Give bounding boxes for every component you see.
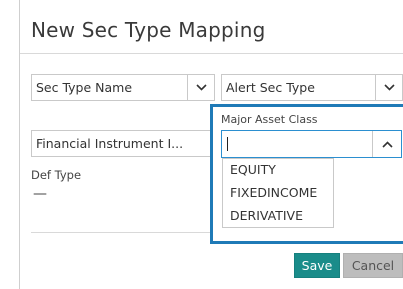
major-asset-class-options: EQUITY FIXEDINCOME DERIVATIVE [222, 158, 334, 228]
financial-instrument-select[interactable]: Financial Instrument I... [31, 130, 215, 157]
chevron-up-icon[interactable] [372, 131, 401, 157]
option-equity[interactable]: EQUITY [223, 159, 333, 182]
sec-type-name-select[interactable]: Sec Type Name [31, 74, 215, 101]
alert-sec-type-select[interactable]: Alert Sec Type [221, 74, 403, 101]
dialog-title: New Sec Type Mapping [31, 18, 266, 42]
title-divider [20, 53, 403, 54]
cancel-button[interactable]: Cancel [343, 253, 403, 278]
def-type-label: Def Type [31, 168, 82, 182]
option-fixedincome[interactable]: FIXEDINCOME [223, 182, 333, 205]
alert-sec-type-value: Alert Sec Type [226, 80, 315, 95]
chevron-down-icon[interactable] [187, 75, 214, 100]
option-derivative[interactable]: DERIVATIVE [223, 205, 333, 228]
major-asset-class-input[interactable] [222, 131, 384, 157]
major-asset-class-label: Major Asset Class [221, 113, 318, 126]
sec-type-name-value: Sec Type Name [36, 80, 133, 95]
financial-instrument-value: Financial Instrument I... [36, 136, 184, 151]
save-button[interactable]: Save [294, 253, 340, 278]
major-asset-class-combobox[interactable] [221, 130, 402, 158]
chevron-down-icon[interactable] [375, 75, 402, 100]
def-type-value: — [33, 186, 47, 202]
